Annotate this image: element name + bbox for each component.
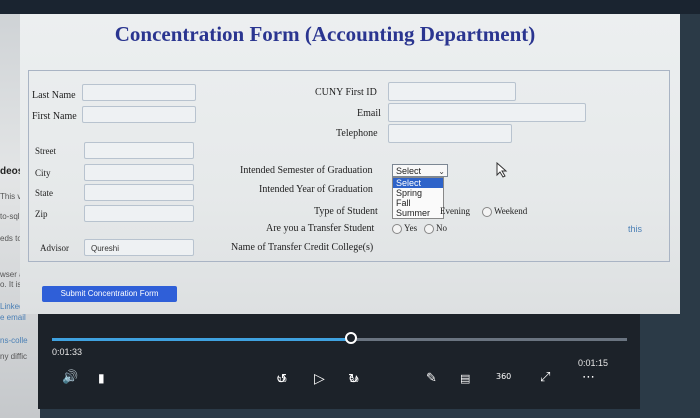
telephone-field[interactable] (388, 124, 512, 143)
progress-knob[interactable] (345, 332, 357, 344)
advisor-label: Advisor (40, 243, 69, 253)
skip-back-label: 10 (277, 376, 287, 384)
transfer-yes-label: Yes (404, 223, 418, 233)
submit-button[interactable]: Submit Concentration Form (42, 286, 177, 302)
first-name-label: First Name (32, 111, 77, 122)
current-time: 0:01:33 (52, 347, 83, 357)
student-type-label: Type of Student (314, 206, 378, 217)
transfer-yes-radio[interactable] (392, 224, 402, 234)
evening-option-label: Evening (440, 206, 470, 216)
captions-icon[interactable]: ▮ (98, 371, 105, 385)
year-label: Intended Year of Graduation (259, 184, 373, 195)
semester-select-value: Select (396, 166, 422, 176)
progress-fill (52, 338, 351, 341)
semester-dropdown: Select Spring Fall Summer (392, 177, 444, 219)
city-label: City (35, 168, 51, 178)
state-label: State (35, 188, 53, 198)
mouse-cursor-icon (496, 162, 508, 178)
email-field[interactable] (388, 103, 586, 122)
bg-fragment: This v (0, 192, 22, 201)
email-label: Email (357, 108, 381, 119)
zip-label: Zip (35, 209, 48, 219)
dropdown-option[interactable]: Summer (393, 208, 443, 218)
cuny-id-field[interactable] (388, 82, 516, 101)
form-image: Concentration Form (Accounting Departmen… (20, 14, 680, 314)
transfer-no-radio[interactable] (424, 224, 434, 234)
more-icon[interactable]: ⋯ (582, 370, 595, 385)
skip-forward-label: 30 (349, 376, 359, 384)
duration: 0:01:15 (578, 358, 609, 368)
bg-fragment: ny diffic (0, 352, 27, 361)
telephone-label: Telephone (336, 128, 378, 139)
bg-fragment: eds to (0, 234, 22, 243)
skip-back-icon[interactable]: ↺10 (276, 372, 296, 387)
weekend-radio[interactable] (482, 207, 492, 217)
form-title: Concentration Form (Accounting Departmen… (114, 22, 536, 46)
play-icon[interactable]: ▷ (314, 371, 325, 387)
video-player-controls: 0:01:33 0:01:15 🔊 ▮ ↺10 ▷ ↻30 ✎ ▤ 360 ⤢ … (38, 314, 640, 409)
bg-link[interactable]: e email (0, 313, 26, 322)
bg-fragment: to-sql (0, 212, 20, 221)
semester-select[interactable]: Select ⌄ (392, 164, 448, 177)
speed-icon[interactable]: 360 (496, 372, 511, 381)
dropdown-option[interactable]: Spring (393, 188, 443, 198)
skip-forward-icon[interactable]: ↻30 (348, 372, 368, 387)
semester-label: Intended Semester of Graduation (240, 165, 373, 176)
volume-icon[interactable]: 🔊 (62, 370, 78, 385)
screen-icon[interactable]: ▤ (460, 372, 470, 385)
cuny-id-label: CUNY First ID (315, 87, 377, 98)
dropdown-option[interactable]: Select (393, 178, 443, 188)
transfer-label: Are you a Transfer Student (266, 223, 375, 234)
last-name-label: Last Name (32, 90, 76, 101)
transfer-colleges-label: Name of Transfer Credit College(s) (231, 242, 374, 253)
state-field[interactable] (84, 184, 194, 201)
street-label: Street (35, 146, 56, 156)
weekend-option-label: Weekend (494, 206, 528, 216)
fullscreen-icon[interactable]: ⤢ (540, 370, 550, 385)
last-name-field[interactable] (82, 84, 196, 101)
bg-link[interactable]: ns-colle (0, 336, 28, 345)
transfer-no-label: No (436, 223, 447, 233)
dropdown-option[interactable]: Fall (393, 198, 443, 208)
first-name-field[interactable] (82, 106, 196, 123)
window-top-strip (0, 0, 700, 14)
pencil-icon[interactable]: ✎ (426, 371, 437, 386)
street-field[interactable] (84, 142, 194, 159)
zip-field[interactable] (84, 205, 194, 222)
progress-bar[interactable] (52, 332, 627, 344)
bg-fragment: o. It is (0, 280, 22, 289)
city-field[interactable] (84, 164, 194, 181)
advisor-field[interactable]: Qureshi (84, 239, 194, 256)
background-link-text[interactable]: this (628, 224, 642, 234)
